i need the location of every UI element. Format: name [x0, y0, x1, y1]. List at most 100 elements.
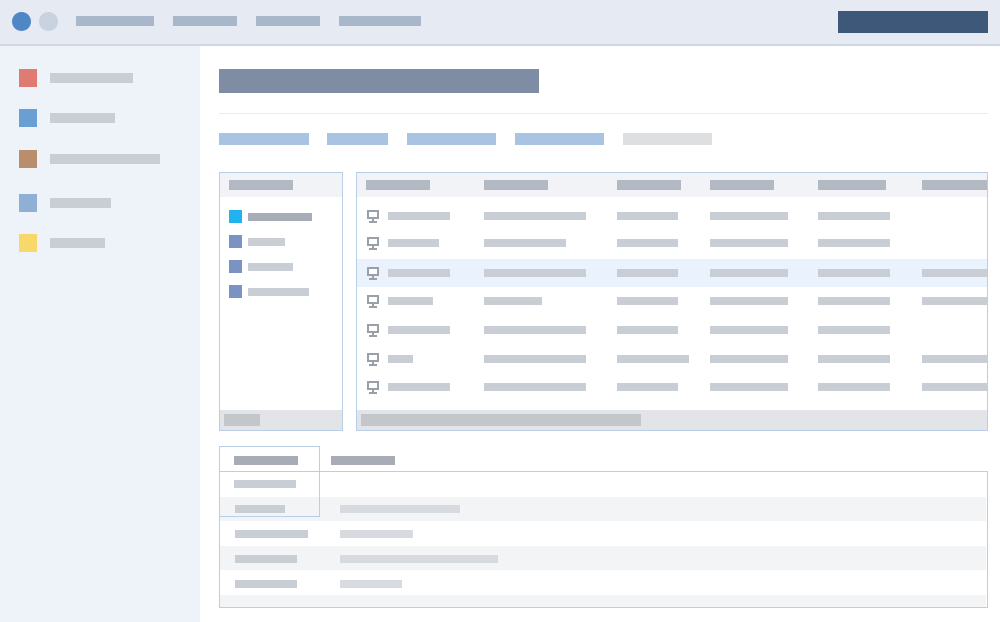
menu-item-4[interactable]	[339, 16, 421, 26]
monitor-icon	[367, 353, 379, 366]
column-header-2[interactable]	[484, 180, 548, 190]
sidebar-item-2[interactable]	[0, 106, 200, 130]
primary-action-button[interactable]	[838, 11, 988, 33]
tree-item-4[interactable]	[220, 284, 342, 300]
cell	[617, 269, 678, 277]
table-header-row	[357, 173, 987, 197]
menu-item-1[interactable]	[76, 16, 154, 26]
cell	[818, 297, 890, 305]
table-row[interactable]	[357, 230, 987, 256]
details-value	[340, 505, 460, 513]
cell	[818, 383, 890, 391]
tree-item-2[interactable]	[220, 234, 342, 250]
cell	[710, 326, 788, 334]
cell	[818, 326, 890, 334]
cell	[388, 326, 450, 334]
table-row[interactable]	[357, 346, 987, 372]
tree-status-label	[224, 414, 260, 426]
cell	[484, 383, 586, 391]
sidebar-item-4[interactable]	[0, 191, 200, 215]
cell	[484, 355, 586, 363]
tree-item-2-icon	[229, 235, 242, 248]
title-divider	[219, 113, 988, 114]
tab-link-4[interactable]	[515, 133, 604, 145]
cell	[388, 212, 450, 220]
tree-item-3-label	[248, 263, 293, 271]
cell	[710, 239, 788, 247]
details-key	[235, 530, 308, 538]
cell	[710, 383, 788, 391]
sidebar-item-2-label	[50, 113, 115, 123]
sidebar	[0, 46, 200, 622]
tree-header-label	[229, 180, 293, 190]
monitor-icon	[367, 237, 379, 250]
cell	[617, 383, 678, 391]
details-key	[235, 580, 297, 588]
cell	[484, 326, 586, 334]
details-row	[220, 497, 986, 521]
sidebar-item-3-icon	[19, 150, 37, 168]
column-header-5[interactable]	[818, 180, 886, 190]
tab-link-2[interactable]	[327, 133, 388, 145]
tab-details-2[interactable]	[330, 454, 397, 468]
column-header-6[interactable]	[922, 180, 987, 190]
sidebar-item-4-icon	[19, 194, 37, 212]
window-minimize-button[interactable]	[39, 12, 58, 31]
sidebar-item-1-label	[50, 73, 133, 83]
tab-link-1[interactable]	[219, 133, 309, 145]
cell	[617, 326, 678, 334]
sidebar-item-3-label	[50, 154, 160, 164]
column-header-1[interactable]	[366, 180, 430, 190]
sidebar-item-5-icon	[19, 234, 37, 252]
cell	[484, 239, 566, 247]
table-scrollbar-thumb[interactable]	[361, 414, 641, 426]
cell	[818, 269, 890, 277]
tree-item-4-icon	[229, 285, 242, 298]
cell	[484, 269, 586, 277]
tab-link-5-disabled	[623, 133, 712, 145]
window-close-button[interactable]	[12, 12, 31, 31]
tab-details-2-label	[331, 456, 395, 465]
cell	[710, 355, 788, 363]
tab-link-3[interactable]	[407, 133, 496, 145]
cell	[617, 355, 689, 363]
tree-item-3-icon	[229, 260, 242, 273]
tree-item-2-label	[248, 238, 285, 246]
cell	[617, 239, 678, 247]
menu-item-3[interactable]	[256, 16, 320, 26]
sidebar-item-3[interactable]	[0, 147, 200, 171]
cell	[388, 383, 450, 391]
monitor-icon	[367, 295, 379, 308]
table-row[interactable]	[357, 203, 987, 229]
menu-item-2[interactable]	[173, 16, 237, 26]
monitor-icon	[367, 210, 379, 223]
tab-details-1[interactable]	[219, 446, 320, 517]
sidebar-item-1-icon	[19, 69, 37, 87]
column-header-4[interactable]	[710, 180, 774, 190]
tree-header	[220, 173, 342, 197]
cell	[818, 212, 890, 220]
sidebar-item-1[interactable]	[0, 66, 200, 90]
details-value	[340, 580, 402, 588]
table-row-selected[interactable]	[357, 259, 987, 287]
tree-item-1-icon	[229, 210, 242, 223]
cell	[484, 297, 542, 305]
tree-panel	[219, 172, 343, 431]
sidebar-item-5-label	[50, 238, 105, 248]
tree-item-1[interactable]	[220, 209, 342, 225]
cell	[922, 269, 987, 277]
cell	[710, 212, 788, 220]
table-row[interactable]	[357, 374, 987, 400]
details-row	[220, 595, 986, 607]
cell	[710, 269, 788, 277]
sidebar-item-5[interactable]	[0, 231, 200, 255]
table-scrollbar-track[interactable]	[357, 410, 987, 430]
table-row[interactable]	[357, 316, 987, 342]
table-row[interactable]	[357, 287, 987, 313]
tree-item-3[interactable]	[220, 259, 342, 275]
details-row	[220, 546, 986, 570]
details-key	[235, 555, 297, 563]
cell	[388, 269, 450, 277]
column-header-3[interactable]	[617, 180, 681, 190]
sidebar-item-2-icon	[19, 109, 37, 127]
